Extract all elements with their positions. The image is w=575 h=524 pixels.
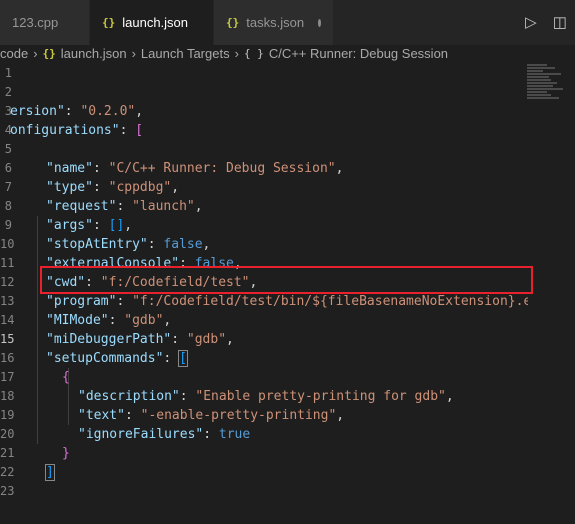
line-number: 15 — [0, 332, 15, 346]
line-number: 16 — [0, 351, 15, 365]
json-braces-icon: {} — [42, 46, 56, 60]
line-number: 8 — [4, 199, 12, 213]
breadcrumb: code › {} launch.json › Launch Targets ›… — [0, 45, 575, 61]
line-number: 9 — [4, 218, 12, 232]
line-number: 23 — [0, 484, 15, 498]
unsaved-dot-icon[interactable] — [318, 18, 321, 27]
line-number: 21 — [0, 446, 15, 460]
chevron-right-icon: › — [234, 45, 239, 61]
tab-123-cpp[interactable]: 123.cpp — [0, 0, 90, 45]
tab-label: tasks.json — [246, 15, 305, 30]
breadcrumb-object[interactable]: C/C++ Runner: Debug Session — [269, 46, 448, 61]
line-number: 1 — [4, 66, 12, 80]
json-braces-icon: {} — [102, 16, 116, 29]
line-number: 4 — [4, 123, 12, 137]
vertical-scrollbar[interactable] — [563, 64, 575, 524]
chevron-right-icon: › — [131, 45, 136, 61]
line-number: 22 — [0, 465, 15, 479]
line-number: 18 — [0, 389, 15, 403]
chevron-right-icon: › — [33, 45, 38, 61]
tab-launch-json[interactable]: {} launch.json — [90, 0, 214, 45]
line-number: 11 — [0, 256, 15, 270]
minimap[interactable] — [527, 64, 563, 124]
breadcrumb-folder[interactable]: code — [0, 46, 28, 61]
tab-tasks-json[interactable]: {} tasks.json — [214, 0, 334, 45]
line-number: 14 — [0, 313, 15, 327]
line-number: 12 — [0, 275, 15, 289]
breadcrumb-file[interactable]: launch.json — [61, 46, 127, 61]
highlight-box — [40, 266, 533, 294]
line-number: 6 — [4, 161, 12, 175]
code-editor[interactable]: 1 2 ersion": "0.2.0", 3 onfigurations": … — [0, 64, 528, 524]
object-braces-icon: { } — [243, 46, 264, 60]
tab-bar: 123.cpp {} launch.json {} tasks.json ▷ ◫ — [0, 0, 575, 45]
line-number: 5 — [4, 142, 12, 156]
breadcrumb-section[interactable]: Launch Targets — [141, 46, 230, 61]
line-number: 7 — [4, 180, 12, 194]
line-number: 2 — [4, 85, 12, 99]
line-number: 3 — [4, 104, 12, 118]
line-number: 17 — [0, 370, 15, 384]
editor-actions: ▷ ◫ — [517, 0, 575, 45]
split-editor-icon[interactable]: ◫ — [553, 15, 567, 30]
json-braces-icon: {} — [226, 16, 240, 29]
line-number: 10 — [0, 237, 15, 251]
line-number: 19 — [0, 408, 15, 422]
tab-label: launch.json — [122, 15, 189, 30]
line-number: 13 — [0, 294, 15, 308]
line-number: 20 — [0, 427, 15, 441]
run-icon[interactable]: ▷ — [525, 15, 537, 30]
tab-label: 123.cpp — [12, 15, 59, 30]
